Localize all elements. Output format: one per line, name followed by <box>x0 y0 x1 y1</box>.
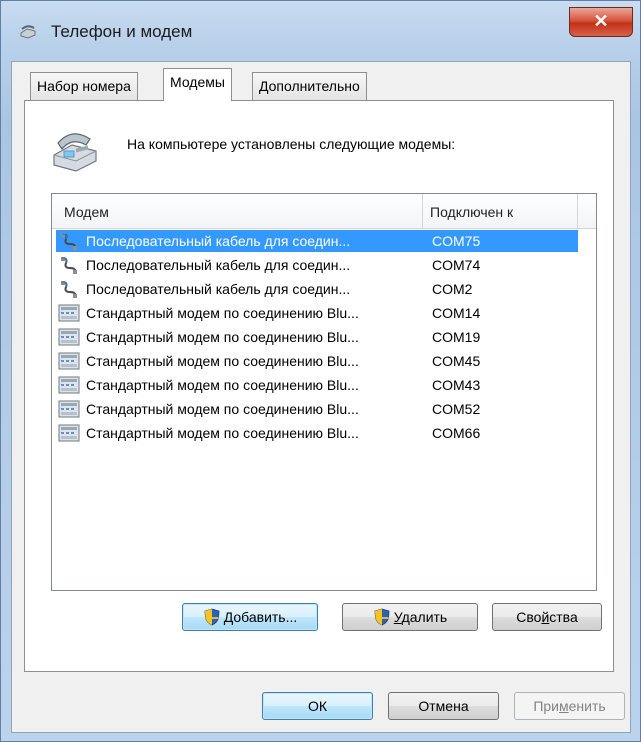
modem-name: Стандартный модем по соединению Blu... <box>86 377 359 393</box>
remove-button[interactable]: Удалить <box>342 603 478 631</box>
modem-icon <box>58 352 80 370</box>
list-item[interactable]: Последовательный кабель для соедин... COM… <box>56 278 578 300</box>
modem-name: Последовательный кабель для соедин... <box>86 281 351 297</box>
port-name: COM43 <box>432 377 481 393</box>
apply-label-pre: При <box>533 698 559 714</box>
list-header: Модем Подключен к <box>52 194 596 229</box>
serial-cable-icon <box>58 256 80 274</box>
apply-button[interactable]: Применить <box>514 692 625 720</box>
port-name: COM14 <box>432 305 481 321</box>
port-name: COM74 <box>432 257 481 273</box>
add-button-accelerator: Д <box>223 609 234 625</box>
column-header-connected-to[interactable]: Подключен к <box>430 194 513 228</box>
list-item[interactable]: Стандартный модем по соединению Blu... CO… <box>56 374 578 396</box>
tab-label: Модемы <box>170 74 225 90</box>
title-bar[interactable]: Телефон и модем ✕ <box>1 1 640 61</box>
cancel-button[interactable]: Отмена <box>388 692 499 720</box>
modem-name: Стандартный модем по соединению Blu... <box>86 425 359 441</box>
serial-cable-icon <box>58 280 80 298</box>
modem-icon <box>58 304 80 322</box>
port-name: COM52 <box>432 401 481 417</box>
modem-list[interactable]: Модем Подключен к Последовательный кабел… <box>51 193 597 591</box>
phone-modem-icon <box>20 25 36 39</box>
add-button-label: обавить... <box>233 609 298 625</box>
telephone-modem-icon <box>53 133 97 172</box>
port-name: COM45 <box>432 353 481 369</box>
properties-button[interactable]: Свойства <box>492 603 602 631</box>
serial-cable-icon <box>58 232 80 250</box>
properties-label-post: ства <box>549 609 578 625</box>
tab-advanced[interactable]: Дополнительно <box>252 72 367 100</box>
modem-icon <box>58 328 80 346</box>
list-item[interactable]: Стандартный модем по соединению Blu... CO… <box>56 422 578 444</box>
modem-icon <box>58 424 80 442</box>
window-title: Телефон и модем <box>51 22 193 41</box>
modem-icon <box>58 400 80 418</box>
list-item[interactable]: Стандартный модем по соединению Blu... CO… <box>56 398 578 420</box>
ok-button[interactable]: ОК <box>262 692 373 720</box>
apply-label-post: енить <box>568 698 606 714</box>
installed-modems-label: На компьютере установлены следующие моде… <box>127 136 456 152</box>
column-header-modem[interactable]: Модем <box>64 194 109 228</box>
column-divider[interactable] <box>577 194 578 228</box>
tab-label: Набор номера <box>37 78 131 94</box>
cancel-button-label: Отмена <box>418 698 469 714</box>
uac-shield-icon <box>374 608 390 626</box>
list-item[interactable]: Стандартный модем по соединению Blu... CO… <box>56 302 578 324</box>
modem-name: Стандартный модем по соединению Blu... <box>86 353 359 369</box>
port-name: COM75 <box>432 233 481 249</box>
modem-icon <box>58 376 80 394</box>
remove-button-accelerator: У <box>393 609 402 625</box>
port-name: COM2 <box>432 281 473 297</box>
modem-name: Стандартный модем по соединению Blu... <box>86 329 359 345</box>
modem-name: Последовательный кабель для соедин... <box>86 257 351 273</box>
list-item[interactable]: Последовательный кабель для соедин... COM… <box>56 230 578 252</box>
uac-shield-icon <box>204 608 220 626</box>
add-button[interactable]: Добавить... <box>182 603 318 631</box>
port-name: COM66 <box>432 425 481 441</box>
close-button[interactable]: ✕ <box>569 7 633 37</box>
modem-name: Последовательный кабель для соедин... <box>86 233 351 249</box>
column-divider[interactable] <box>422 194 423 228</box>
tab-dialing-rules[interactable]: Набор номера <box>30 72 138 100</box>
modem-name: Стандартный модем по соединению Blu... <box>86 401 359 417</box>
remove-button-label: далить <box>401 609 448 625</box>
modem-name: Стандартный модем по соединению Blu... <box>86 305 359 321</box>
list-item[interactable]: Последовательный кабель для соедин... COM… <box>56 254 578 276</box>
close-icon: ✕ <box>593 11 609 31</box>
tab-label: Дополнительно <box>259 78 360 94</box>
ok-button-label: ОК <box>307 698 328 714</box>
properties-label-pre: Сво <box>516 609 542 625</box>
tab-modems[interactable]: Модемы <box>163 68 232 101</box>
list-item[interactable]: Стандартный модем по соединению Blu... CO… <box>56 350 578 372</box>
list-item[interactable]: Стандартный модем по соединению Blu... CO… <box>56 326 578 348</box>
apply-accelerator: м <box>559 698 569 714</box>
port-name: COM19 <box>432 329 481 345</box>
